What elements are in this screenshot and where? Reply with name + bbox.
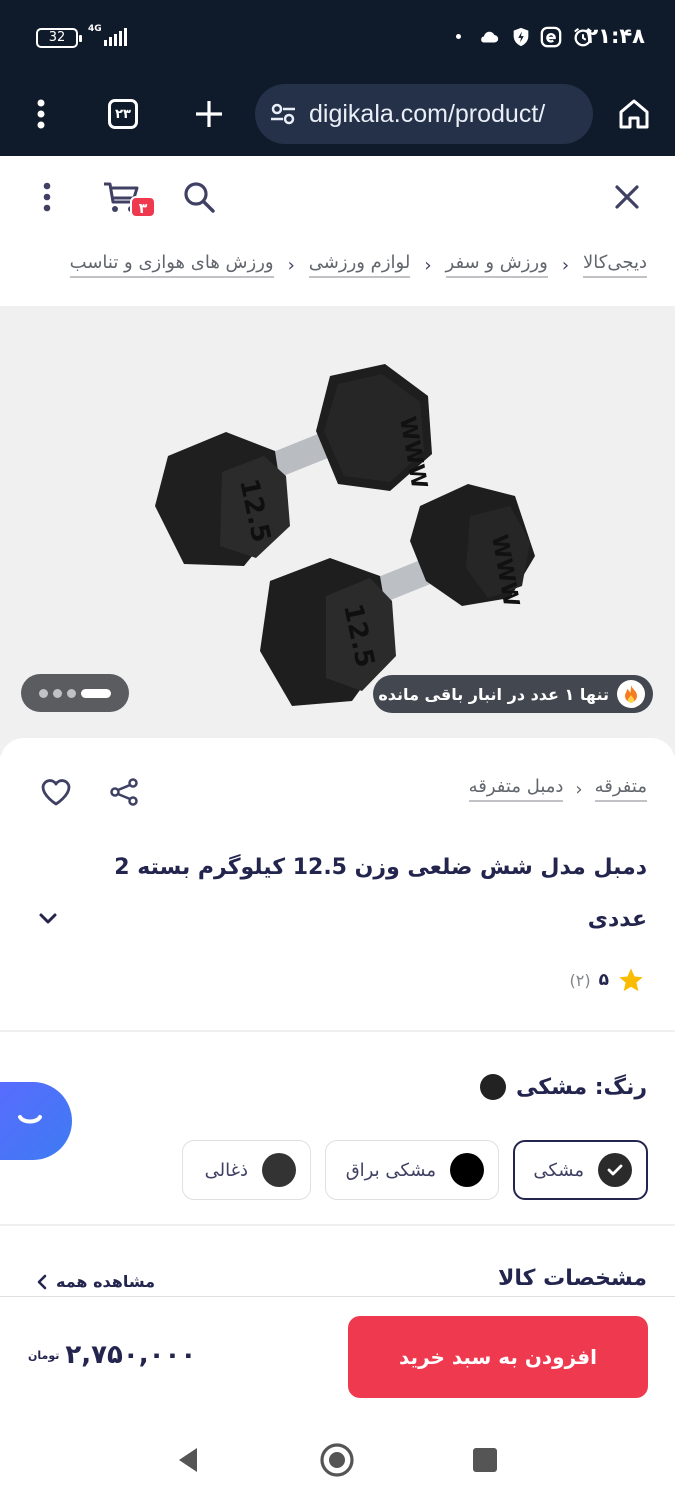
page-dot-active [81, 688, 111, 698]
chevron-down-icon[interactable] [36, 906, 60, 930]
url-text: digikala.com/product/ [309, 99, 546, 128]
close-icon[interactable] [606, 176, 648, 218]
see-all-label: مشاهده همه [56, 1272, 156, 1291]
rating-score: ۵ [598, 970, 609, 990]
page-dot [39, 688, 48, 698]
app-e-icon [540, 26, 562, 48]
browser-menu-icon[interactable] [17, 90, 65, 138]
browser-toolbar: ۲۳ digikala.com/product/ [0, 72, 675, 156]
shield-icon [513, 27, 529, 47]
product-info-card [0, 738, 675, 1298]
color-label: رنگ: مشکی [480, 1074, 647, 1100]
chevron-left-icon: ‹ [287, 254, 295, 276]
chevron-left-icon [37, 1274, 47, 1289]
cloud-icon [481, 31, 499, 43]
color-option-charcoal[interactable]: ذغالی [182, 1140, 311, 1200]
tabs-count: ۲۳ [108, 99, 138, 129]
price-amount: ۲,۷۵۰,۰۰۰ [65, 1340, 197, 1370]
specs-title: مشخصات کالا [497, 1266, 647, 1291]
price-currency: تومان [28, 1348, 60, 1362]
color-option-label: مشکی [533, 1159, 584, 1181]
product-rating[interactable]: ۵ (۲) [570, 966, 645, 994]
color-option-label: ذغالی [204, 1159, 248, 1181]
divider [0, 1030, 675, 1032]
notification-dot [456, 34, 461, 39]
tab-switcher-button[interactable]: ۲۳ [99, 90, 147, 138]
see-all-link[interactable]: مشاهده همه [36, 1272, 155, 1291]
chevron-left-icon: ‹ [575, 778, 583, 800]
network-type: 4G [88, 24, 102, 34]
signal-icon [104, 28, 127, 46]
system-nav-bar [0, 1420, 675, 1500]
color-label-text: رنگ: مشکی [516, 1074, 647, 1100]
more-options-icon[interactable] [26, 176, 68, 218]
back-icon[interactable] [168, 1440, 208, 1480]
breadcrumb-item[interactable]: لوازم ورزشی [308, 252, 411, 278]
page-dot [67, 688, 76, 698]
new-tab-icon[interactable] [185, 90, 233, 138]
search-icon[interactable] [178, 176, 220, 218]
home-nav-icon[interactable] [317, 1440, 357, 1480]
smile-icon [18, 1115, 42, 1124]
selected-color-dot [480, 1074, 507, 1100]
category-breadcrumb: متفرقه ‹ دمبل متفرقه [468, 776, 647, 802]
favorite-heart-icon[interactable] [36, 772, 76, 812]
cart-count-badge: ۳ [130, 196, 156, 218]
home-icon[interactable] [610, 90, 658, 138]
divider [0, 1224, 675, 1226]
category-link[interactable]: متفرقه [594, 776, 647, 802]
subcategory-link[interactable]: دمبل متفرقه [468, 776, 564, 802]
clock: ۲۱:۴۸ [585, 24, 645, 48]
share-icon[interactable] [104, 772, 144, 812]
product-title: دمبل مدل شش ضلعی وزن 12.5 کیلوگرم بسته 2… [114, 855, 647, 932]
gallery-pagination[interactable] [21, 674, 129, 712]
breadcrumb: دیجی‌کالا ‹ ورزش و سفر ‹ لوازم ورزشی ‹ و… [69, 252, 647, 278]
breadcrumb-item[interactable]: ورزش و سفر [445, 252, 548, 278]
battery-indicator: 32 [36, 28, 82, 48]
status-bar: 32 4G ۲۱:۴۸ [0, 0, 675, 72]
stock-notice-text: تنها ۱ عدد در انبار باقی مانده [378, 684, 609, 704]
check-icon [598, 1153, 632, 1187]
chevron-left-icon: ‹ [561, 254, 570, 276]
site-settings-icon[interactable] [269, 100, 297, 128]
low-stock-badge: تنها ۱ عدد در انبار باقی مانده [373, 675, 653, 713]
site-header [0, 156, 675, 238]
page-dot [53, 688, 62, 698]
breadcrumb-item[interactable]: دیجی‌کالا [583, 252, 647, 278]
color-option-label: مشکی براق [345, 1159, 436, 1181]
price: ۲,۷۵۰,۰۰۰ تومان [28, 1340, 196, 1370]
color-option-black[interactable]: مشکی [513, 1140, 648, 1200]
chevron-left-icon: ‹ [424, 254, 432, 276]
recents-icon[interactable] [465, 1440, 505, 1480]
color-swatch [450, 1153, 484, 1187]
breadcrumb-item[interactable]: ورزش های هوازی و تناسب [69, 252, 274, 278]
color-swatch [262, 1153, 296, 1187]
rating-count: (۲) [569, 970, 591, 990]
star-icon [619, 968, 643, 992]
address-bar[interactable]: digikala.com/product/ [255, 84, 593, 144]
color-option-glossy-black[interactable]: مشکی براق [325, 1140, 499, 1200]
add-to-cart-button[interactable]: افزودن به سبد خرید [348, 1316, 648, 1398]
fire-icon [617, 680, 645, 708]
